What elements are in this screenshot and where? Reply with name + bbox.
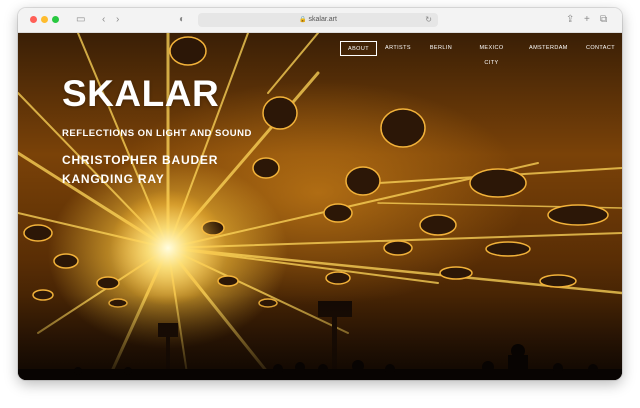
new-tab-icon[interactable]: + xyxy=(584,13,590,27)
forward-arrow-icon[interactable]: › xyxy=(116,13,119,27)
nav-item-mexico-city[interactable]: MEXICO CITY xyxy=(472,41,511,66)
share-icon[interactable]: ⇪ xyxy=(566,13,574,27)
address-bar[interactable]: 🔒 skalar.art ↻ xyxy=(198,13,438,27)
artist-name[interactable]: CHRISTOPHER BAUDER xyxy=(62,153,218,167)
nav-item-about[interactable]: ABOUT xyxy=(340,41,377,56)
hero-subtitle: REFLECTIONS ON LIGHT AND SOUND xyxy=(62,128,252,139)
page-viewport: ABOUT ARTISTS BERLIN MEXICO CITY AMSTERD… xyxy=(18,33,622,380)
nav-item-berlin[interactable]: BERLIN xyxy=(429,41,453,56)
artist-name[interactable]: KANGDING RAY xyxy=(62,172,165,186)
hero-title: SKALAR xyxy=(62,73,220,114)
back-arrow-icon[interactable]: ‹ xyxy=(102,13,105,27)
browser-toolbar: ▭ ‹ › ◐ 🔒 skalar.art ↻ ⇪ + ⧉ xyxy=(18,8,622,33)
browser-window: ▭ ‹ › ◐ 🔒 skalar.art ↻ ⇪ + ⧉ ABOUT ARTIS… xyxy=(18,8,622,380)
minimize-window-button[interactable] xyxy=(41,16,48,23)
reload-icon[interactable]: ↻ xyxy=(425,13,432,27)
nav-item-artists[interactable]: ARTISTS xyxy=(385,41,411,56)
sidebar-icon[interactable]: ▭ xyxy=(76,13,85,27)
zoom-window-button[interactable] xyxy=(52,16,59,23)
url-text: skalar.art xyxy=(308,16,337,23)
lock-icon: 🔒 xyxy=(299,17,307,23)
tab-overview-icon[interactable]: ⧉ xyxy=(600,13,607,27)
nav-item-contact[interactable]: CONTACT xyxy=(586,41,615,56)
nav-item-amsterdam[interactable]: AMSTERDAM xyxy=(529,41,567,56)
privacy-shield-icon[interactable]: ◐ xyxy=(179,13,185,27)
close-window-button[interactable] xyxy=(30,16,37,23)
